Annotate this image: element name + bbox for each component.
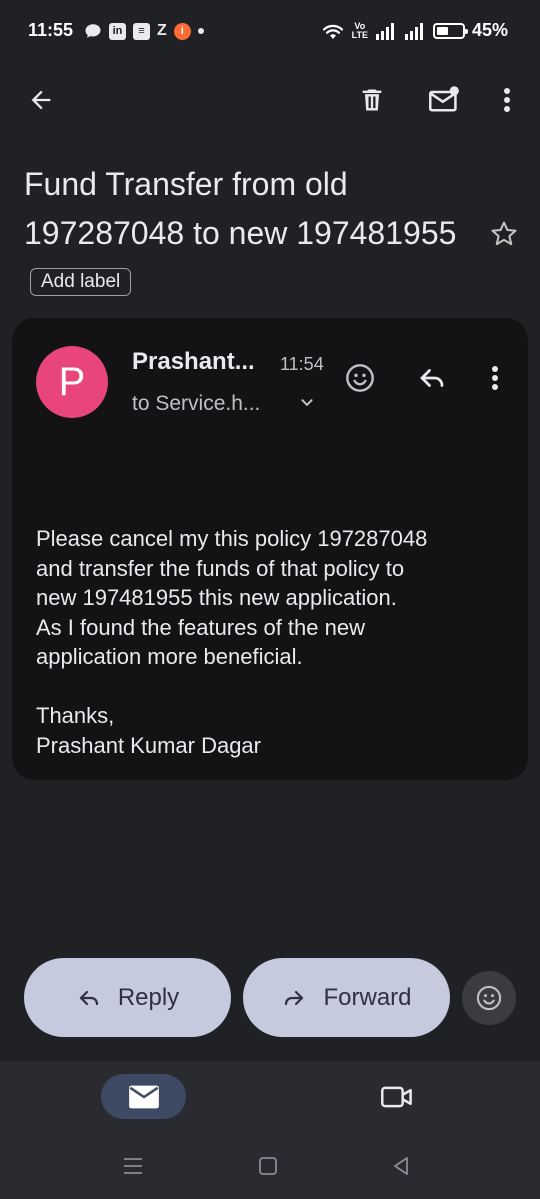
arrow-back-icon <box>27 86 55 114</box>
react-emoji-button[interactable] <box>338 356 382 400</box>
battery-level <box>436 26 448 35</box>
status-right: Vo LTE 45% <box>321 20 508 41</box>
message-card: P Prashant... 11:54 to Service.h... Plea… <box>12 318 528 780</box>
back-nav-button[interactable] <box>386 1151 416 1181</box>
star-button[interactable] <box>484 214 524 254</box>
system-navigation <box>0 1151 540 1181</box>
chat-bubble-icon <box>84 22 102 40</box>
reply-icon-button[interactable] <box>410 356 454 400</box>
back-button[interactable] <box>17 76 65 124</box>
volte-bottom: LTE <box>351 29 368 40</box>
emoji-react-button[interactable] <box>462 971 516 1025</box>
mail-unread-icon <box>428 86 460 114</box>
more-options-button[interactable] <box>483 76 531 124</box>
status-time: 11:55 <box>28 20 74 40</box>
message-time: 11:54 <box>280 354 324 374</box>
chevron-down-icon[interactable] <box>296 392 318 414</box>
sender-name[interactable]: Prashant... <box>132 348 255 376</box>
email-subject: Fund Transfer from old 197287048 to new … <box>24 160 464 307</box>
home-button[interactable] <box>253 1151 283 1181</box>
more-vert-icon <box>503 87 511 113</box>
bottom-navigation <box>0 1061 540 1199</box>
video-camera-icon <box>380 1084 414 1110</box>
more-dot-icon <box>197 28 204 34</box>
add-label-chip[interactable]: Add label <box>30 267 132 296</box>
square-icon <box>258 1156 278 1176</box>
menu-lines-icon <box>122 1156 144 1176</box>
reply-icon <box>76 986 102 1010</box>
trash-icon <box>358 86 386 114</box>
recents-button[interactable] <box>118 1151 148 1181</box>
nav-meet-tab[interactable] <box>374 1074 420 1119</box>
mail-icon <box>128 1084 160 1110</box>
battery-percent: 45% <box>471 20 508 40</box>
subject-text: Fund Transfer from old 197287048 to new … <box>24 166 457 251</box>
wifi-icon <box>321 21 345 41</box>
avatar[interactable]: P <box>36 346 108 418</box>
more-vert-icon <box>491 365 499 391</box>
reply-icon <box>416 363 448 393</box>
message-more-button[interactable] <box>473 356 517 400</box>
delete-button[interactable] <box>348 76 396 124</box>
triangle-back-icon <box>391 1156 411 1176</box>
notes-icon: ≡ <box>133 22 150 40</box>
volte-indicator: Vo LTE <box>351 21 368 40</box>
signal-icon <box>375 22 397 40</box>
message-body: Please cancel my this policy 197287048 a… <box>36 526 428 758</box>
mark-unread-button[interactable] <box>420 76 468 124</box>
forward-label: Forward <box>323 983 412 1011</box>
battery-tip <box>464 28 468 34</box>
status-bar: 11:55 in ≡ Z i Vo LTE 45% <box>0 0 540 64</box>
reply-label: Reply <box>117 983 180 1011</box>
nav-mail-tab[interactable] <box>101 1074 186 1119</box>
star-outline-icon <box>489 219 519 249</box>
bank-app-icon: i <box>173 22 191 40</box>
forward-button[interactable]: Forward <box>243 958 450 1037</box>
recipient-line[interactable]: to Service.h... <box>132 392 260 416</box>
signal-icon-2 <box>404 22 426 40</box>
linkedin-icon: in <box>109 22 126 40</box>
emoji-icon <box>344 362 376 394</box>
z-app-icon: Z <box>157 22 167 39</box>
battery-icon <box>432 22 468 39</box>
emoji-icon <box>475 984 503 1012</box>
forward-icon <box>281 986 307 1010</box>
reply-button[interactable]: Reply <box>24 958 231 1037</box>
top-app-bar <box>0 72 540 132</box>
notification-icons: in ≡ Z i <box>84 22 204 40</box>
